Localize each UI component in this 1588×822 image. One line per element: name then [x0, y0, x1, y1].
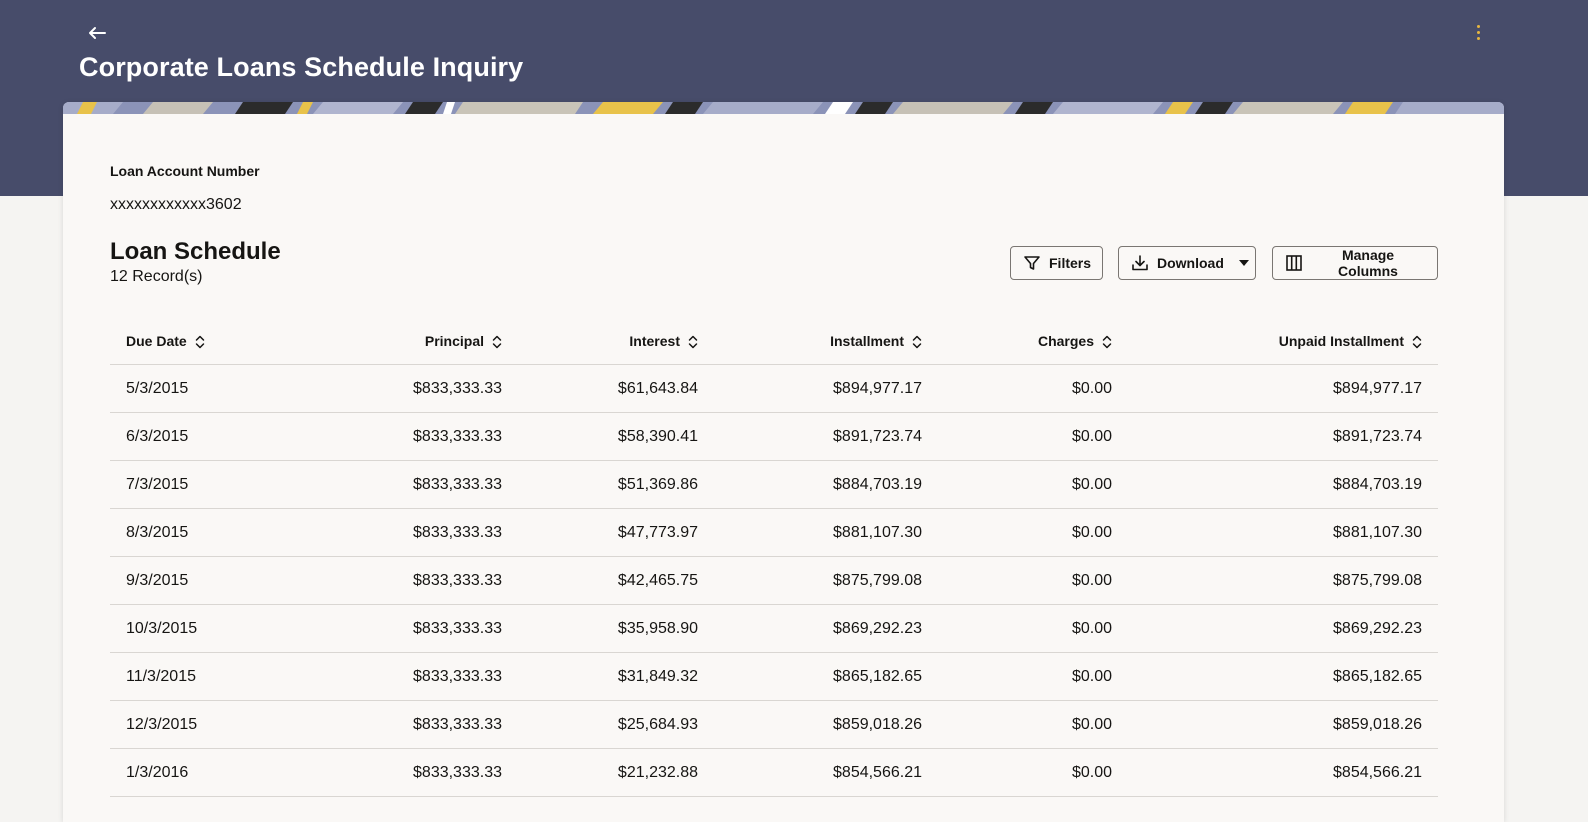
cell-due-date: 7/3/2015: [110, 460, 300, 509]
loan-schedule-table: Due Date Principal Interest Installment …: [110, 318, 1438, 797]
cell-principal: $833,333.33: [300, 604, 518, 653]
cell-unpaid-installment: $881,107.30: [1128, 508, 1438, 557]
account-number-value: xxxxxxxxxxxx3602: [110, 196, 242, 213]
cell-due-date: 10/3/2015: [110, 604, 300, 653]
cell-principal: $833,333.33: [300, 652, 518, 701]
cell-unpaid-installment: $859,018.26: [1128, 700, 1438, 749]
sort-icon[interactable]: [688, 335, 698, 349]
cell-charges: $0.00: [938, 604, 1128, 653]
cell-due-date: 1/3/2016: [110, 748, 300, 797]
page-title: Corporate Loans Schedule Inquiry: [79, 52, 524, 82]
cell-interest: $21,232.88: [518, 748, 714, 797]
filters-button[interactable]: Filters: [1010, 246, 1103, 280]
cell-unpaid-installment: $865,182.65: [1128, 652, 1438, 701]
cell-interest: $25,684.93: [518, 700, 714, 749]
back-arrow-icon: [89, 27, 106, 39]
sort-icon[interactable]: [1102, 335, 1112, 349]
cell-interest: $61,643.84: [518, 364, 714, 413]
download-icon: [1132, 255, 1148, 271]
back-button[interactable]: [82, 18, 112, 48]
cell-principal: $833,333.33: [300, 364, 518, 413]
table-row: 7/3/2015 $833,333.33 $51,369.86 $884,703…: [110, 460, 1438, 509]
cell-unpaid-installment: $884,703.19: [1128, 460, 1438, 509]
table-row: 10/3/2015 $833,333.33 $35,958.90 $869,29…: [110, 604, 1438, 653]
cell-charges: $0.00: [938, 412, 1128, 461]
table-row: 8/3/2015 $833,333.33 $47,773.97 $881,107…: [110, 508, 1438, 557]
section-title: Loan Schedule: [110, 238, 281, 265]
cell-charges: $0.00: [938, 460, 1128, 509]
cell-charges: $0.00: [938, 364, 1128, 413]
column-header-interest[interactable]: Interest: [518, 318, 714, 365]
cell-due-date: 12/3/2015: [110, 700, 300, 749]
cell-unpaid-installment: $869,292.23: [1128, 604, 1438, 653]
cell-principal: $833,333.33: [300, 412, 518, 461]
cell-due-date: 5/3/2015: [110, 364, 300, 413]
column-header-unpaid-installment[interactable]: Unpaid Installment: [1128, 318, 1438, 365]
cell-principal: $833,333.33: [300, 556, 518, 605]
table-row: 6/3/2015 $833,333.33 $58,390.41 $891,723…: [110, 412, 1438, 461]
download-button[interactable]: Download: [1118, 246, 1256, 280]
cell-installment: $854,566.21: [714, 748, 938, 797]
table-row: 5/3/2015 $833,333.33 $61,643.84 $894,977…: [110, 364, 1438, 413]
cell-interest: $42,465.75: [518, 556, 714, 605]
columns-icon: [1286, 255, 1302, 271]
cell-principal: $833,333.33: [300, 460, 518, 509]
table-header-row: Due Date Principal Interest Installment …: [110, 318, 1438, 365]
column-header-due-date[interactable]: Due Date: [110, 318, 300, 365]
cell-charges: $0.00: [938, 652, 1128, 701]
cell-installment: $869,292.23: [714, 604, 938, 653]
table-row: 12/3/2015 $833,333.33 $25,684.93 $859,01…: [110, 700, 1438, 749]
filters-label: Filters: [1049, 255, 1092, 271]
cell-principal: $833,333.33: [300, 748, 518, 797]
cell-principal: $833,333.33: [300, 700, 518, 749]
cell-installment: $859,018.26: [714, 700, 938, 749]
column-header-principal[interactable]: Principal: [300, 318, 518, 365]
cell-unpaid-installment: $875,799.08: [1128, 556, 1438, 605]
manage-columns-button[interactable]: Manage Columns: [1272, 246, 1438, 280]
cell-charges: $0.00: [938, 556, 1128, 605]
cell-principal: $833,333.33: [300, 508, 518, 557]
loan-schedule-card: Loan Account Number xxxxxxxxxxxx3602 Loa…: [63, 102, 1504, 822]
sort-icon[interactable]: [195, 335, 205, 349]
cell-installment: $865,182.65: [714, 652, 938, 701]
cell-installment: $884,703.19: [714, 460, 938, 509]
kebab-menu-button[interactable]: [1466, 18, 1490, 46]
table-row: 1/3/2016 $833,333.33 $21,232.88 $854,566…: [110, 748, 1438, 797]
column-header-charges[interactable]: Charges: [938, 318, 1128, 365]
cell-unpaid-installment: $894,977.17: [1128, 364, 1438, 413]
cell-due-date: 8/3/2015: [110, 508, 300, 557]
account-number-label: Loan Account Number: [110, 163, 260, 179]
cell-charges: $0.00: [938, 508, 1128, 557]
cell-charges: $0.00: [938, 700, 1128, 749]
cell-unpaid-installment: $854,566.21: [1128, 748, 1438, 797]
sort-icon[interactable]: [1412, 335, 1422, 349]
cell-interest: $51,369.86: [518, 460, 714, 509]
table-row: 11/3/2015 $833,333.33 $31,849.32 $865,18…: [110, 652, 1438, 701]
column-header-installment[interactable]: Installment: [714, 318, 938, 365]
sort-icon[interactable]: [912, 335, 922, 349]
table-row: 9/3/2015 $833,333.33 $42,465.75 $875,799…: [110, 556, 1438, 605]
cell-installment: $881,107.30: [714, 508, 938, 557]
download-label: Download: [1157, 255, 1224, 271]
caret-down-icon: [1238, 260, 1249, 266]
cell-charges: $0.00: [938, 748, 1128, 797]
cell-installment: $894,977.17: [714, 364, 938, 413]
cell-interest: $35,958.90: [518, 604, 714, 653]
manage-columns-label: Manage Columns: [1338, 247, 1398, 279]
cell-interest: $31,849.32: [518, 652, 714, 701]
record-count: 12 Record(s): [110, 268, 203, 285]
cell-due-date: 9/3/2015: [110, 556, 300, 605]
cell-interest: $47,773.97: [518, 508, 714, 557]
cell-installment: $891,723.74: [714, 412, 938, 461]
sort-icon[interactable]: [492, 335, 502, 349]
filter-icon: [1024, 256, 1040, 270]
decorative-banner: [63, 102, 1504, 114]
cell-due-date: 6/3/2015: [110, 412, 300, 461]
cell-due-date: 11/3/2015: [110, 652, 300, 701]
kebab-menu-icon: [1476, 24, 1480, 28]
cell-interest: $58,390.41: [518, 412, 714, 461]
cell-installment: $875,799.08: [714, 556, 938, 605]
cell-unpaid-installment: $891,723.74: [1128, 412, 1438, 461]
